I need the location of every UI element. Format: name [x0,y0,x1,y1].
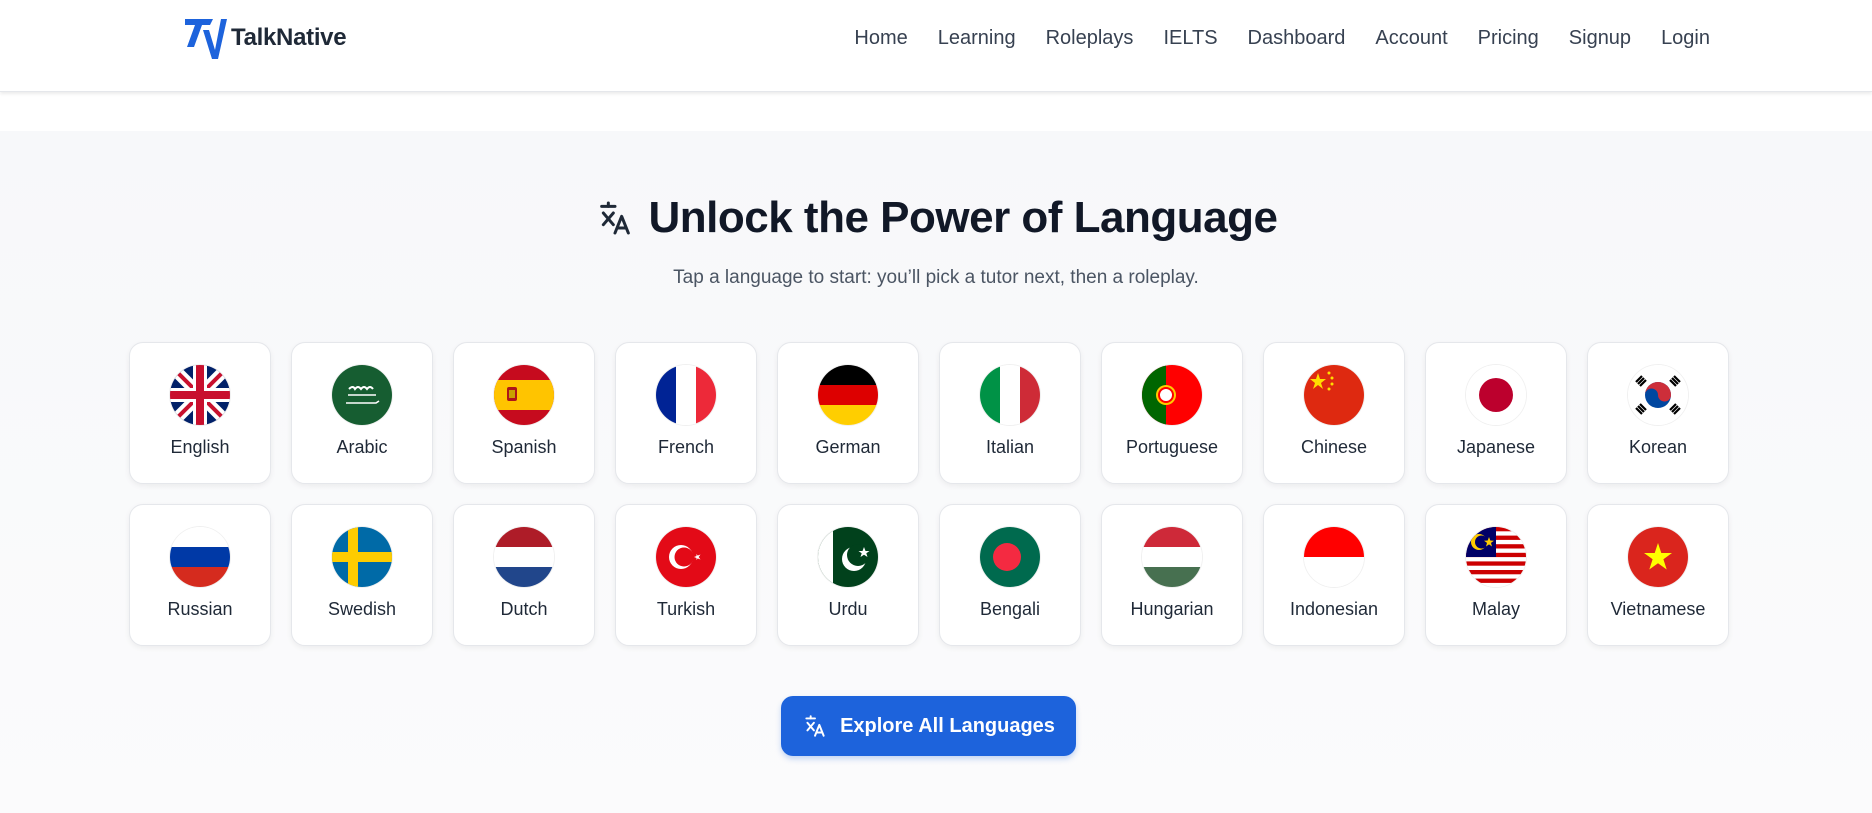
translate-icon [805,715,825,737]
translate-icon [599,201,630,235]
nav-roleplays[interactable]: Roleplays [1046,24,1134,52]
vietnam-flag-icon [1628,527,1688,587]
language-picker-section: Unlock the Power of Language Tap a langu… [0,131,1872,813]
nav-dashboard[interactable]: Dashboard [1248,24,1346,52]
nav-account[interactable]: Account [1375,24,1447,52]
language-name: Japanese [1456,437,1536,457]
indonesia-flag-icon [1304,527,1364,587]
language-name: Arabic [336,437,388,457]
language-card-turkish[interactable]: Turkish [615,504,757,646]
netherlands-flag-icon [494,527,554,587]
germany-flag-icon [818,365,878,425]
language-card-english[interactable]: English [129,342,271,484]
hero-title-row: Unlock the Power of Language [0,193,1872,243]
language-name: French [657,437,715,457]
hungary-flag-icon [1142,527,1202,587]
language-card-dutch[interactable]: Dutch [453,504,595,646]
language-name: Swedish [327,599,397,619]
nav-login[interactable]: Login [1661,24,1710,52]
spain-flag-icon [494,365,554,425]
language-card-russian[interactable]: Russian [129,504,271,646]
france-flag-icon [656,365,716,425]
language-card-hungarian[interactable]: Hungarian [1101,504,1243,646]
nav-pricing[interactable]: Pricing [1478,24,1539,52]
language-card-chinese[interactable]: Chinese [1263,342,1405,484]
saudi-flag-icon [332,365,392,425]
language-name: English [170,437,230,457]
language-card-japanese[interactable]: Japanese [1425,342,1567,484]
language-card-bengali[interactable]: Bengali [939,504,1081,646]
language-card-indonesian[interactable]: Indonesian [1263,504,1405,646]
language-name: Italian [985,437,1035,457]
nav-home[interactable]: Home [854,24,907,52]
language-name: Portuguese [1125,437,1219,457]
pakistan-flag-icon [818,527,878,587]
language-name: Hungarian [1130,599,1214,619]
language-card-french[interactable]: French [615,342,757,484]
japan-flag-icon [1466,365,1526,425]
language-card-vietnamese[interactable]: Vietnamese [1587,504,1729,646]
language-card-arabic[interactable]: Arabic [291,342,433,484]
italy-flag-icon [980,365,1040,425]
language-card-portuguese[interactable]: Portuguese [1101,342,1243,484]
nav-signup[interactable]: Signup [1569,24,1631,52]
explore-all-languages-label: Explore All Languages [840,714,1055,737]
uk-flag-icon [170,365,230,425]
language-name: Bengali [979,599,1041,619]
page-title: Unlock the Power of Language [648,193,1278,242]
south-korea-flag-icon [1628,365,1688,425]
china-flag-icon [1304,365,1364,425]
language-name: Urdu [828,599,868,619]
language-card-korean[interactable]: Korean [1587,342,1729,484]
language-grid: English Arabic Spanish French German Ita… [129,342,1729,646]
malaysia-flag-icon [1466,527,1526,587]
language-name: Russian [167,599,233,619]
language-name: Korean [1628,437,1688,457]
brand-name: TalkNative [231,24,347,51]
language-card-german[interactable]: German [777,342,919,484]
language-card-urdu[interactable]: Urdu [777,504,919,646]
language-name: German [815,437,881,457]
page-subtitle: Tap a language to start: you’ll pick a t… [673,267,1199,288]
tn-logo-icon [185,19,227,59]
language-name: Malay [1471,599,1520,619]
language-name: Indonesian [1289,599,1379,619]
turkey-flag-icon [656,527,716,587]
nav-ielts[interactable]: IELTS [1163,24,1217,52]
explore-all-languages-button[interactable]: Explore All Languages [781,696,1076,756]
language-card-malay[interactable]: Malay [1425,504,1567,646]
language-name: Dutch [500,599,548,619]
language-card-italian[interactable]: Italian [939,342,1081,484]
main-nav: Home Learning Roleplays IELTS Dashboard … [854,24,1710,52]
portugal-flag-icon [1142,365,1202,425]
bangladesh-flag-icon [980,527,1040,587]
language-name: Vietnamese [1610,599,1706,619]
brand-home-link[interactable]: TalkNative [183,16,347,60]
language-card-spanish[interactable]: Spanish [453,342,595,484]
top-navbar: TalkNative Home Learning Roleplays IELTS… [0,0,1872,92]
language-name: Spanish [491,437,557,457]
nav-learning[interactable]: Learning [938,24,1016,52]
language-card-swedish[interactable]: Swedish [291,504,433,646]
language-name: Chinese [1300,437,1368,457]
russia-flag-icon [170,527,230,587]
language-name: Turkish [656,599,716,619]
sweden-flag-icon [332,527,392,587]
